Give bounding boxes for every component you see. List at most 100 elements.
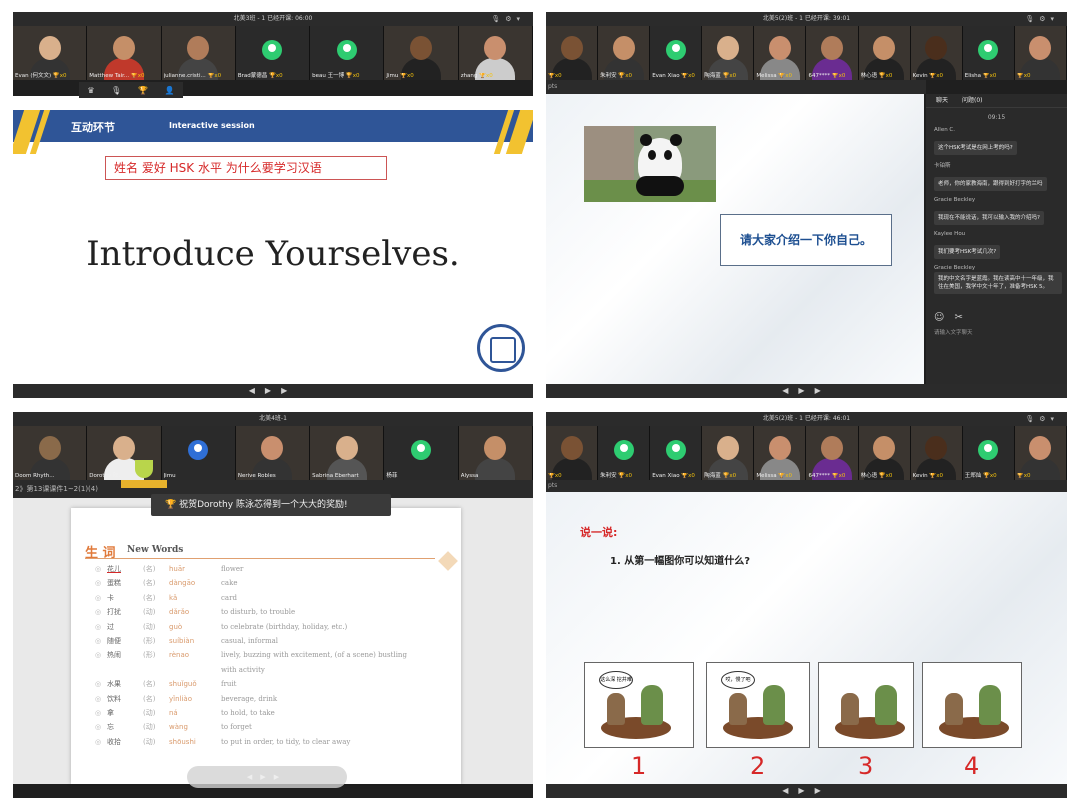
participant-name: 陶海蓝 🏆x0 — [704, 71, 751, 79]
participant-tile[interactable]: 647**** 🏆x0 — [806, 426, 859, 480]
heading-rule — [85, 558, 435, 559]
participant-tile[interactable]: Alyssa — [458, 426, 533, 480]
participant-tile[interactable]: Sabrina Eberhart — [310, 426, 385, 480]
participant-tile[interactable]: 🏆x0 — [546, 426, 599, 480]
next-slide-icon[interactable]: ▶ — [281, 386, 297, 395]
participant-name: 647**** 🏆x0 — [808, 473, 855, 479]
word-row: ◎ 过 (动) guò to celebrate (birthday, holiday,… — [95, 620, 445, 634]
trophy-icon[interactable]: 🏆 — [138, 86, 148, 95]
participant-tile[interactable]: 朱利安 🏆x0 — [598, 426, 651, 480]
word-pos: (动) — [143, 608, 156, 617]
next-slide-icon[interactable]: ▶ — [815, 786, 831, 795]
participant-tile[interactable]: Kevin 🏆x0 — [910, 426, 963, 480]
participant-tile[interactable]: Kevin 🏆x0 — [910, 26, 963, 80]
participant-name-text: Melissa — [756, 473, 777, 479]
trophy-count: 🏆x0 — [927, 473, 944, 479]
prev-slide-icon[interactable]: ◀ — [247, 773, 260, 781]
participant-tile[interactable]: 陶海蓝 🏆x0 — [702, 426, 755, 480]
participant-tile[interactable]: 647**** 🏆x0 — [806, 26, 859, 80]
participant-tile[interactable]: Nerive Robles — [235, 426, 311, 480]
participant-name: julianne.cristi... 🏆x0 — [164, 73, 233, 79]
participant-tile[interactable]: 朱利安 🏆x0 — [598, 26, 651, 80]
participant-tile[interactable]: julianne.cristi... 🏆x0 — [161, 26, 236, 80]
word-pinyin: rènao — [169, 651, 190, 660]
trophy-count: 🏆x0 — [981, 73, 997, 79]
participant-name-text: Melissa — [756, 73, 777, 79]
comic-figure — [729, 693, 747, 725]
crown-icon[interactable]: ♛ — [87, 86, 94, 95]
participant-tile[interactable]: Matthew Tair... 🏆x0 — [87, 26, 162, 80]
participant-tile[interactable]: Melissa 🏆x0 — [754, 26, 807, 80]
participant-tile[interactable]: 陶海蓝 🏆x0 — [702, 26, 755, 80]
participant-tile[interactable]: Jimu — [161, 426, 236, 480]
prev-slide-icon[interactable]: ◀ — [782, 386, 798, 395]
participant-tile[interactable]: 林心语 🏆x0 — [858, 26, 911, 80]
participant-tile[interactable]: Doom Rhyth... — [13, 426, 88, 480]
user-icon[interactable]: 👤 — [165, 86, 175, 95]
participant-tile[interactable]: Evan Xiao 🏆x0 — [650, 26, 703, 80]
word-pos: (动) — [143, 737, 156, 746]
window-titlebar: 北美3班 - 1 已经开课: 06:00 🎙⚙▾ — [13, 12, 533, 26]
participant-name-text: Evan Xiao — [652, 73, 680, 79]
microphone-icon[interactable]: 🎙 — [111, 86, 121, 95]
participant-name-text: Matthew Tair... — [89, 73, 130, 79]
participant-tile[interactable]: 🏆x0 — [546, 26, 599, 80]
chat-tools: ☺✂ — [934, 312, 973, 323]
next-slide-icon[interactable]: ▶ — [815, 386, 831, 395]
slide-navigation: ◀▶▶ — [546, 784, 1067, 798]
panda-legs — [636, 176, 684, 196]
avatar-icon — [411, 440, 432, 460]
word-row: ◎ 热闹 (形) rènao lively, buzzing with exciteme… — [95, 648, 445, 662]
participant-name-text: Dorothy 陈... — [89, 473, 124, 479]
comic-number: 4 — [964, 752, 980, 780]
participant-name-text: 647**** — [808, 473, 830, 479]
window-controls[interactable]: 🎙⚙▾ — [1025, 12, 1059, 26]
participant-name-text: Jimu — [386, 73, 399, 79]
participant-tile[interactable]: Elisha 🏆x0 — [962, 26, 1015, 80]
trophy-count: 🏆x0 — [129, 73, 145, 79]
word-pos: (形) — [143, 637, 156, 646]
participant-tile[interactable]: Melissa 🏆x0 — [754, 426, 807, 480]
word-chinese: 过 — [107, 622, 114, 631]
play-icon[interactable]: ▶ — [798, 386, 814, 395]
participant-face — [873, 36, 896, 60]
participant-tile[interactable]: 🏆x0 — [1014, 426, 1067, 480]
window-controls[interactable]: 🎙⚙▾ — [1025, 412, 1059, 426]
prev-slide-icon[interactable]: ◀ — [782, 786, 798, 795]
participant-tile[interactable]: Evan (何文文) 🏆x0 — [13, 26, 88, 80]
participant-tile[interactable]: 🏆x0 — [1014, 26, 1067, 80]
participant-name: Jimu — [164, 473, 233, 479]
participant-tile[interactable]: zhang 🏆x0 — [458, 26, 533, 80]
emoji-icon[interactable]: ☺ — [934, 312, 954, 323]
participant-name-text: 647**** — [808, 73, 830, 79]
word-pinyin: dǎrǎo — [169, 608, 190, 617]
word-pinyin: wàng — [169, 723, 188, 732]
window-title: 北美4班-1 — [259, 415, 287, 422]
word-chinese: 水果 — [107, 680, 121, 689]
participant-tile[interactable]: 王郑灿 🏆x0 — [962, 426, 1015, 480]
participant-name: 🏆x0 — [1017, 73, 1064, 79]
participant-tile[interactable]: 林心语 🏆x0 — [858, 426, 911, 480]
play-icon[interactable]: ▶ — [265, 386, 281, 395]
tab-questions[interactable]: 问题(0) — [962, 94, 983, 107]
participant-name: 林心语 🏆x0 — [861, 471, 908, 479]
tab-chat[interactable]: 聊天 — [936, 94, 948, 107]
trophy-count: 🏆x0 — [877, 73, 893, 79]
scissors-icon[interactable]: ✂ — [954, 312, 972, 323]
next-slide-icon[interactable]: ▶ — [274, 773, 287, 781]
banner-subtitle: Interactive session — [169, 121, 255, 130]
prev-slide-icon[interactable]: ◀ — [249, 386, 265, 395]
word-row: ◎ 卡 (名) kǎ card — [95, 591, 445, 605]
participant-tile[interactable]: Brad蒙德昌 🏆x0 — [235, 26, 311, 80]
word-chinese: 卡 — [107, 593, 114, 602]
chat-input[interactable]: 请输入文字聊天 — [934, 328, 973, 336]
play-icon[interactable]: ▶ — [798, 786, 814, 795]
participant-tile[interactable]: 杨菲 — [384, 426, 459, 480]
participant-name: 陶海蓝 🏆x0 — [704, 471, 751, 479]
participant-tile[interactable]: Evan Xiao 🏆x0 — [650, 426, 703, 480]
participant-tile[interactable]: beau 王一博 🏆x0 — [310, 26, 385, 80]
panda-ear — [670, 134, 682, 146]
participant-tile[interactable]: Jimu 🏆x0 — [384, 26, 459, 80]
play-icon[interactable]: ▶ — [260, 773, 273, 781]
window-controls[interactable]: 🎙⚙▾ — [491, 12, 525, 26]
